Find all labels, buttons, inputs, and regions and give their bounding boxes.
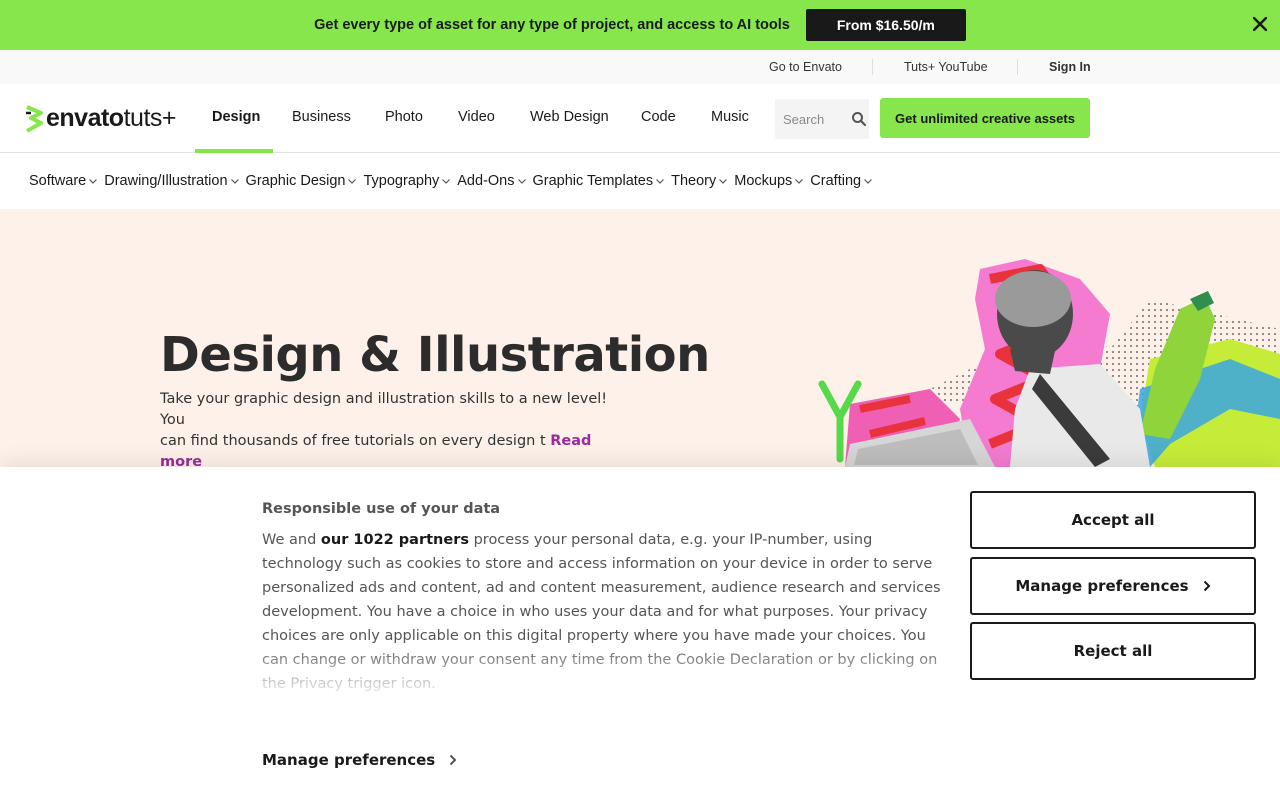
go-to-envato-link[interactable]: Go to Envato [769, 60, 842, 74]
cookie-consent-banner: Responsible use of your data We and our … [0, 467, 1280, 800]
category-drawing-illustration[interactable]: Drawing/Illustration [104, 173, 239, 189]
tuts-youtube-link[interactable]: Tuts+ YouTube [904, 60, 988, 74]
page-title: Design & Illustration [160, 327, 710, 383]
get-unlimited-assets-button[interactable]: Get unlimited creative assets [880, 98, 1090, 138]
manage-preferences-link[interactable]: Manage preferences [262, 751, 457, 769]
search-icon[interactable] [851, 111, 867, 127]
category-add-ons[interactable]: Add-Ons [457, 173, 526, 189]
hero-section: Design & Illustration Take your graphic … [0, 209, 1280, 467]
logo-suffix-text: tuts+ [123, 104, 177, 132]
manage-preferences-button[interactable]: Manage preferences [970, 557, 1256, 615]
search-input[interactable] [775, 99, 845, 139]
category-crafting[interactable]: Crafting [810, 173, 873, 189]
reject-all-label: Reject all [1073, 642, 1153, 660]
search-box [775, 99, 869, 139]
category-graphic-design[interactable]: Graphic Design [246, 173, 358, 189]
promo-banner: Get every type of asset for any type of … [0, 0, 1280, 50]
sign-in-link[interactable]: Sign In [1049, 60, 1091, 74]
envato-leaf-icon [26, 104, 43, 133]
logo-brand-text: envato [46, 104, 124, 132]
cookie-title: Responsible use of your data [262, 501, 501, 517]
category-label: Crafting [810, 173, 862, 189]
category-label: Drawing/Illustration [104, 173, 228, 189]
category-label: Mockups [734, 173, 793, 189]
close-icon[interactable] [1250, 14, 1270, 34]
category-label: Add-Ons [457, 173, 515, 189]
category-mockups[interactable]: Mockups [734, 173, 804, 189]
category-label: Graphic Design [245, 173, 346, 189]
category-label: Typography [363, 173, 440, 189]
divider [1017, 59, 1018, 75]
envato-tuts-logo[interactable]: envato tuts+ [23, 104, 177, 133]
chevron-down-icon [348, 179, 357, 184]
chevron-down-icon [656, 179, 665, 184]
main-header: envato tuts+ Design Business Photo Video… [0, 84, 1280, 153]
hero-description-line-2: can find thousands of free tutorials on … [160, 433, 546, 449]
category-label: Theory [671, 173, 717, 189]
chevron-down-icon [719, 179, 728, 184]
cookie-body-intro: We and [262, 532, 321, 548]
category-software[interactable]: Software [29, 173, 98, 189]
reject-all-button[interactable]: Reject all [970, 622, 1256, 680]
accept-all-label: Accept all [1071, 511, 1155, 529]
accept-all-button[interactable]: Accept all [970, 491, 1256, 549]
chevron-down-icon [89, 179, 98, 184]
utility-bar: Go to Envato Tuts+ YouTube Sign In [0, 50, 1280, 84]
promo-pricing-button[interactable]: From $16.50/m [805, 9, 966, 41]
nav-code[interactable]: Code [641, 109, 676, 125]
hero-description: Take your graphic design and illustratio… [160, 389, 630, 467]
category-label: Graphic Templates [532, 173, 654, 189]
category-typography[interactable]: Typography [363, 173, 451, 189]
chevron-down-icon [864, 179, 873, 184]
category-theory[interactable]: Theory [671, 173, 728, 189]
manage-preferences-label: Manage preferences [1015, 577, 1189, 595]
nav-business[interactable]: Business [292, 109, 351, 125]
chevron-down-icon [442, 179, 451, 184]
manage-preferences-link-label: Manage preferences [262, 751, 436, 769]
nav-video[interactable]: Video [458, 109, 495, 125]
nav-web-design[interactable]: Web Design [530, 109, 609, 125]
nav-design[interactable]: Design [212, 109, 260, 125]
category-bar: Software Drawing/Illustration Graphic De… [0, 153, 1280, 209]
text-fade-overlay [262, 643, 962, 695]
chevron-right-icon [450, 754, 457, 766]
chevron-down-icon [230, 179, 239, 184]
chevron-down-icon [517, 179, 526, 184]
partners-link[interactable]: our 1022 partners [321, 532, 469, 548]
chevron-right-icon [1203, 580, 1211, 592]
nav-photo[interactable]: Photo [385, 109, 423, 125]
nav-music[interactable]: Music [711, 109, 749, 125]
chevron-down-icon [795, 179, 804, 184]
category-label: Software [29, 173, 87, 189]
hero-description-line-1: Take your graphic design and illustratio… [160, 391, 608, 428]
divider [872, 59, 873, 75]
promo-text: Get every type of asset for any type of … [314, 17, 790, 33]
hero-illustration [818, 259, 1280, 467]
category-graphic-templates[interactable]: Graphic Templates [533, 173, 666, 189]
